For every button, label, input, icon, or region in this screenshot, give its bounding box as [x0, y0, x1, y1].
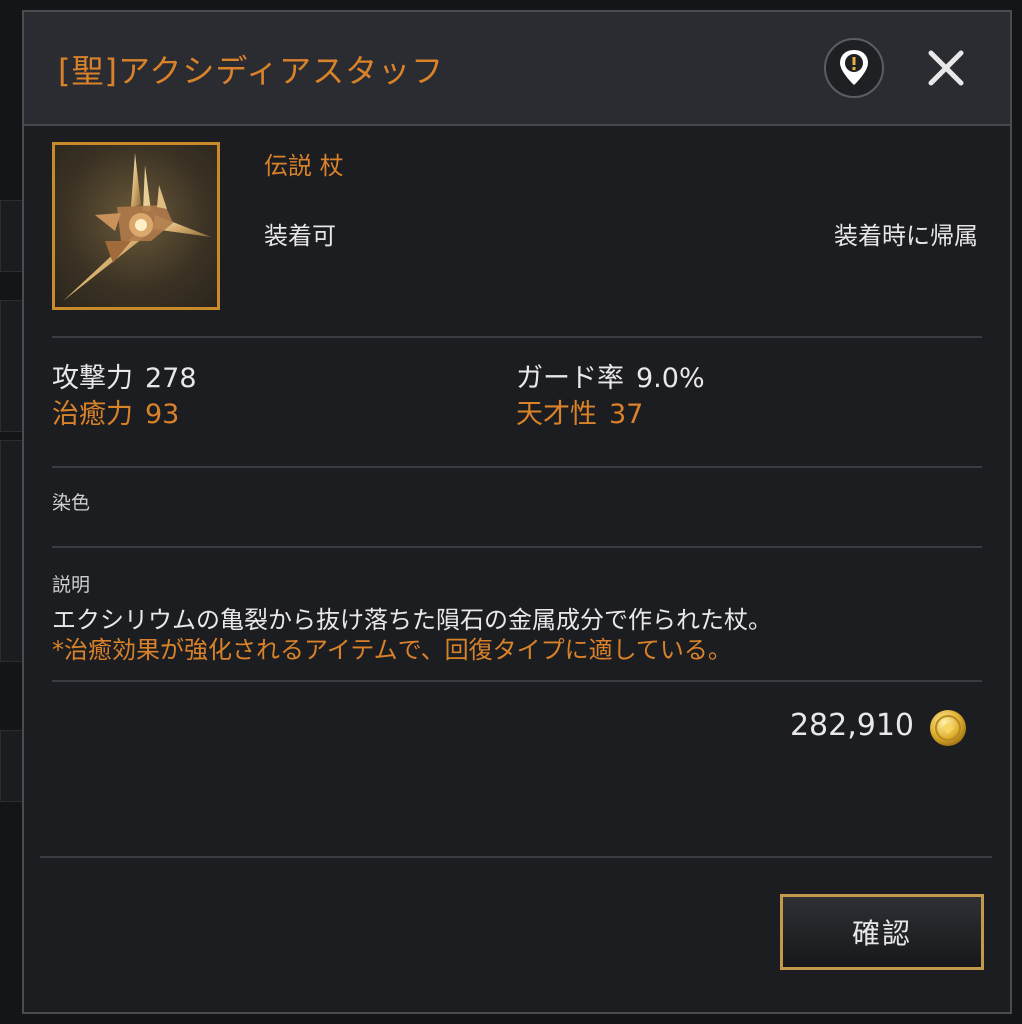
- item-detail-dialog: [聖]アクシディアスタッフ 伝説 杖 装着可 装着時に帰属 攻撃力 278 ガー…: [22, 10, 1012, 1014]
- stat-healing: 治癒力 93: [52, 392, 179, 431]
- bind-status: 装着時に帰属: [834, 222, 978, 250]
- close-icon: [928, 50, 964, 86]
- stat-value: 9.0%: [636, 363, 705, 394]
- stat-value: 278: [145, 363, 197, 394]
- background-panel-fragment: [0, 300, 24, 432]
- item-title: [聖]アクシディアスタッフ: [58, 52, 445, 90]
- divider: [52, 680, 982, 682]
- description-label: 説明: [52, 574, 91, 596]
- stat-value: 37: [609, 399, 644, 430]
- dialog-header: [聖]アクシディアスタッフ: [24, 12, 1010, 126]
- stat-label: 治癒力: [52, 399, 133, 430]
- stat-value: 93: [145, 399, 180, 430]
- item-icon-frame: [52, 142, 220, 310]
- stat-genius: 天才性 37: [516, 392, 643, 431]
- background-panel-fragment: [0, 440, 24, 662]
- alert-marker-icon: [840, 50, 868, 85]
- stat-attack: 攻撃力 278: [52, 356, 197, 395]
- confirm-button[interactable]: 確認: [780, 894, 984, 970]
- close-button[interactable]: [920, 42, 972, 94]
- divider: [52, 546, 982, 548]
- equip-status: 装着可: [264, 222, 336, 250]
- stat-label: ガード率: [516, 363, 624, 394]
- stat-guard-rate: ガード率 9.0%: [516, 356, 705, 395]
- divider: [40, 856, 992, 858]
- divider: [52, 336, 982, 338]
- gold-coin-icon: [930, 710, 966, 746]
- price-value: 282,910: [789, 708, 914, 743]
- stat-label: 攻撃力: [52, 363, 133, 394]
- description-note: *治癒効果が強化されるアイテムで、回復タイプに適している。: [52, 636, 732, 664]
- background-panel-fragment: [0, 200, 24, 272]
- alert-button[interactable]: [824, 38, 884, 98]
- dye-label: 染色: [52, 492, 91, 514]
- divider: [52, 466, 982, 468]
- ornate-golden-staff-icon: [63, 153, 211, 301]
- background-panel-fragment: [0, 730, 24, 802]
- stat-label: 天才性: [516, 399, 597, 430]
- item-grade-type: 伝説 杖: [264, 152, 344, 180]
